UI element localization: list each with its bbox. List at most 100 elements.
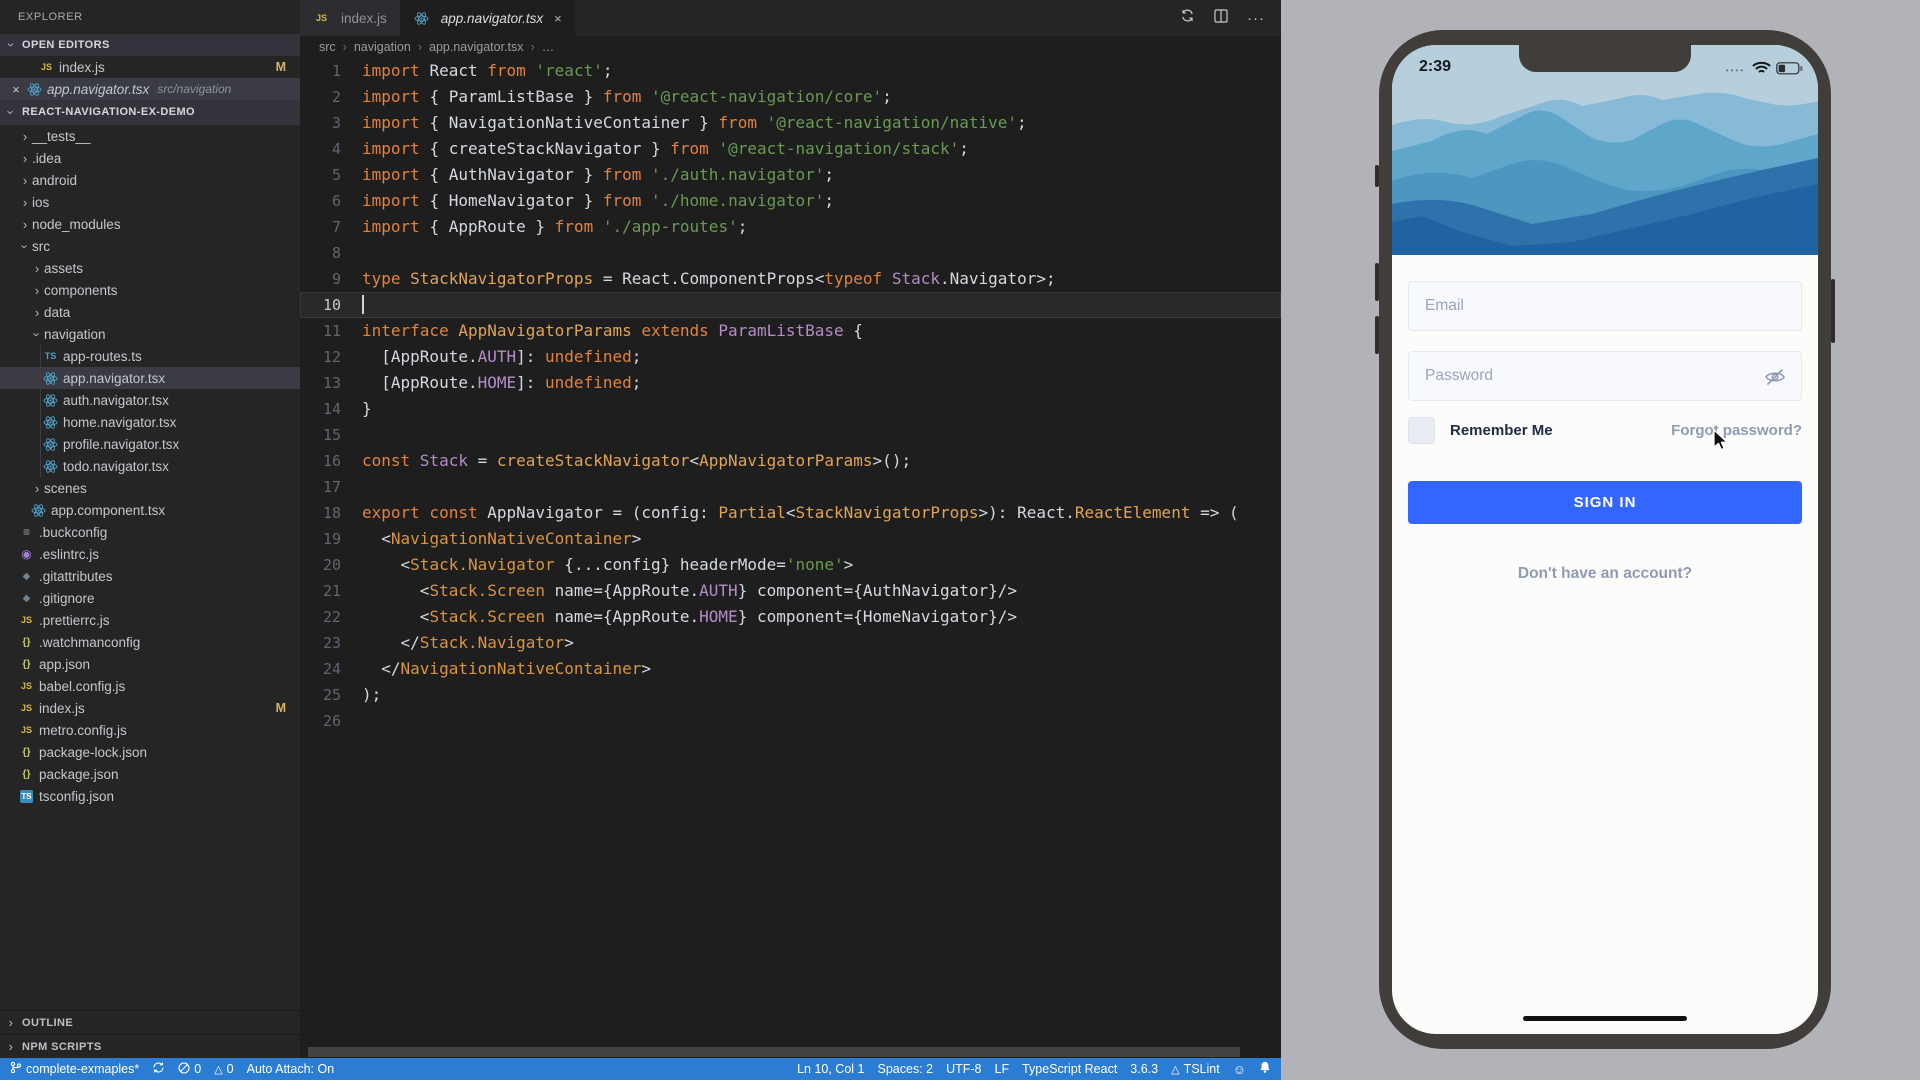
file-metro.config.js[interactable]: JSmetro.config.js — [0, 719, 300, 741]
status-left-0[interactable]: 0 — [178, 1062, 201, 1077]
more-actions-icon[interactable]: ··· — [1247, 10, 1265, 27]
remember-me-checkbox[interactable] — [1408, 417, 1435, 444]
folder-src[interactable]: ›src — [0, 235, 300, 257]
open-editor-index.js[interactable]: JSindex.jsM — [0, 56, 300, 78]
status-right-typescript-react[interactable]: TypeScript React — [1022, 1062, 1117, 1076]
breadcrumb-item[interactable]: navigation — [354, 40, 411, 54]
file-index.js[interactable]: JSindex.jsM — [0, 697, 300, 719]
file-package-lock.json[interactable]: {}package-lock.json — [0, 741, 300, 763]
code-line-17[interactable]: 17 — [300, 474, 1281, 500]
npm-scripts-section-header[interactable]: › NPM SCRIPTS — [0, 1034, 300, 1058]
code-line-1[interactable]: 1import React from 'react'; — [300, 58, 1281, 84]
open-changes-icon[interactable] — [1180, 8, 1195, 28]
folder-ios[interactable]: ›ios — [0, 191, 300, 213]
file-.gitignore[interactable]: ◆.gitignore — [0, 587, 300, 609]
file-babel.config.js[interactable]: JSbabel.config.js — [0, 675, 300, 697]
code-line-23[interactable]: 23 </Stack.Navigator> — [300, 630, 1281, 656]
code-line-24[interactable]: 24 </NavigationNativeContainer> — [300, 656, 1281, 682]
file-.buckconfig[interactable]: ≡.buckconfig — [0, 521, 300, 543]
sign-in-button[interactable]: SIGN IN — [1408, 481, 1802, 524]
code-line-26[interactable]: 26 — [300, 708, 1281, 734]
eye-off-icon[interactable] — [1763, 365, 1787, 394]
code-line-8[interactable]: 8 — [300, 240, 1281, 266]
status-left-complete-exmaples-[interactable]: complete-exmaples* — [10, 1061, 139, 1077]
folder-data[interactable]: ›data — [0, 301, 300, 323]
folder-node_modules[interactable]: ›node_modules — [0, 213, 300, 235]
no-account-link[interactable]: Don't have an account? — [1392, 565, 1818, 583]
tab-app.navigator.tsx[interactable]: app.navigator.tsx× — [400, 0, 575, 36]
code-line-5[interactable]: 5import { AuthNavigator } from './auth.n… — [300, 162, 1281, 188]
folder-assets[interactable]: ›assets — [0, 257, 300, 279]
breadcrumb-item[interactable]: src — [319, 40, 336, 54]
file-.gitattributes[interactable]: ◆.gitattributes — [0, 565, 300, 587]
file-tsconfig.json[interactable]: TStsconfig.json — [0, 785, 300, 807]
file-package.json[interactable]: {}package.json — [0, 763, 300, 785]
status-right-lf[interactable]: LF — [995, 1062, 1010, 1076]
tab-index.js[interactable]: JSindex.js — [300, 0, 400, 36]
email-field[interactable]: Email — [1408, 281, 1802, 331]
code-line-4[interactable]: 4import { createStackNavigator } from '@… — [300, 136, 1281, 162]
close-icon[interactable]: × — [6, 82, 26, 97]
code-editor[interactable]: 1import React from 'react';2import { Par… — [300, 58, 1281, 1058]
code-line-18[interactable]: 18export const AppNavigator = (config: P… — [300, 500, 1281, 526]
code-line-3[interactable]: 3import { NavigationNativeContainer } fr… — [300, 110, 1281, 136]
folder-__tests__[interactable]: ›__tests__ — [0, 125, 300, 147]
code-line-13[interactable]: 13 [AppRoute.HOME]: undefined; — [300, 370, 1281, 396]
status-right-tslint[interactable]: △TSLint — [1171, 1062, 1220, 1076]
file-app-routes.ts[interactable]: TSapp-routes.ts — [0, 345, 300, 367]
breadcrumb[interactable]: src›navigation›app.navigator.tsx›… — [300, 36, 1281, 58]
forgot-password-link[interactable]: Forgot password? — [1671, 422, 1802, 439]
code-line-20[interactable]: 20 <Stack.Navigator {...config} headerMo… — [300, 552, 1281, 578]
code-text: <Stack.Navigator {...config} headerMode=… — [362, 552, 853, 578]
code-line-22[interactable]: 22 <Stack.Screen name={AppRoute.HOME} co… — [300, 604, 1281, 630]
home-indicator[interactable] — [1523, 1016, 1687, 1021]
file-app.component.tsx[interactable]: app.component.tsx — [0, 499, 300, 521]
folder-components[interactable]: ›components — [0, 279, 300, 301]
file-app.json[interactable]: {}app.json — [0, 653, 300, 675]
code-line-14[interactable]: 14} — [300, 396, 1281, 422]
open-editor-app.navigator.tsx[interactable]: ×app.navigator.tsxsrc/navigation — [0, 78, 300, 100]
code-line-9[interactable]: 9type StackNavigatorProps = React.Compon… — [300, 266, 1281, 292]
project-header[interactable]: › REACT-NAVIGATION-EX-DEMO — [0, 100, 300, 125]
outline-section-header[interactable]: › OUTLINE — [0, 1010, 300, 1034]
folder-.idea[interactable]: ›.idea — [0, 147, 300, 169]
file-.eslintrc.js[interactable]: ◉.eslintrc.js — [0, 543, 300, 565]
status-left-auto-attach-on[interactable]: Auto Attach: On — [247, 1062, 335, 1076]
code-line-21[interactable]: 21 <Stack.Screen name={AppRoute.AUTH} co… — [300, 578, 1281, 604]
code-line-15[interactable]: 15 — [300, 422, 1281, 448]
code-line-25[interactable]: 25); — [300, 682, 1281, 708]
breadcrumb-item[interactable]: … — [542, 40, 555, 54]
split-editor-icon[interactable] — [1214, 9, 1228, 28]
file-todo.navigator.tsx[interactable]: todo.navigator.tsx — [0, 455, 300, 477]
file-app.navigator.tsx[interactable]: app.navigator.tsx — [0, 367, 300, 389]
close-icon[interactable]: × — [554, 11, 562, 26]
code-line-7[interactable]: 7import { AppRoute } from './app-routes'… — [300, 214, 1281, 240]
folder-navigation[interactable]: ›navigation — [0, 323, 300, 345]
code-line-11[interactable]: 11interface AppNavigatorParams extends P… — [300, 318, 1281, 344]
code-line-2[interactable]: 2import { ParamListBase } from '@react-n… — [300, 84, 1281, 110]
status-right-spaces-2[interactable]: Spaces: 2 — [878, 1062, 934, 1076]
code-line-12[interactable]: 12 [AppRoute.AUTH]: undefined; — [300, 344, 1281, 370]
folder-scenes[interactable]: ›scenes — [0, 477, 300, 499]
status-right-ln-10-col-1[interactable]: Ln 10, Col 1 — [797, 1062, 864, 1076]
file-auth.navigator.tsx[interactable]: auth.navigator.tsx — [0, 389, 300, 411]
code-line-19[interactable]: 19 <NavigationNativeContainer> — [300, 526, 1281, 552]
status-right-3-6-3[interactable]: 3.6.3 — [1130, 1062, 1158, 1076]
horizontal-scrollbar[interactable] — [300, 1046, 1281, 1058]
code-line-10[interactable]: 10 — [300, 292, 1281, 318]
file-.prettierrc.js[interactable]: JS.prettierrc.js — [0, 609, 300, 631]
file-home.navigator.tsx[interactable]: home.navigator.tsx — [0, 411, 300, 433]
file-profile.navigator.tsx[interactable]: profile.navigator.tsx — [0, 433, 300, 455]
code-line-16[interactable]: 16const Stack = createStackNavigator<App… — [300, 448, 1281, 474]
status-right-bell[interactable] — [1259, 1061, 1271, 1077]
open-editors-header[interactable]: › OPEN EDITORS — [0, 34, 300, 56]
status-left-0[interactable]: △0 — [214, 1062, 233, 1076]
breadcrumb-item[interactable]: app.navigator.tsx — [429, 40, 524, 54]
folder-android[interactable]: ›android — [0, 169, 300, 191]
file-.watchmanconfig[interactable]: {}.watchmanconfig — [0, 631, 300, 653]
status-right-smiley[interactable]: ☺ — [1233, 1062, 1246, 1077]
status-right-utf-8[interactable]: UTF-8 — [946, 1062, 981, 1076]
status-left-sync[interactable] — [152, 1061, 165, 1077]
password-field[interactable]: Password — [1408, 351, 1802, 401]
code-line-6[interactable]: 6import { HomeNavigator } from './home.n… — [300, 188, 1281, 214]
